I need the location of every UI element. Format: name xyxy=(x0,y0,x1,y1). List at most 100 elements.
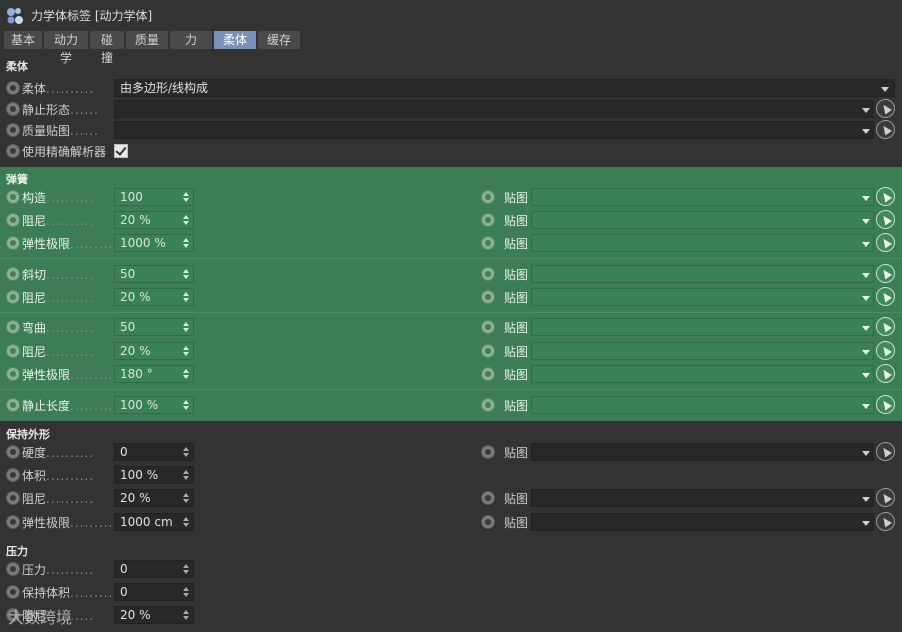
chevron-down-icon[interactable] xyxy=(860,398,872,414)
map-link-field[interactable] xyxy=(531,211,874,229)
picker-arrow-icon[interactable] xyxy=(876,442,895,461)
animate-radio[interactable] xyxy=(481,491,495,505)
rest-shape-link-field[interactable] xyxy=(114,100,874,118)
animate-radio[interactable] xyxy=(481,267,495,281)
chevron-down-icon[interactable] xyxy=(860,491,872,507)
animate-radio[interactable] xyxy=(481,515,495,529)
stiffness-input[interactable]: 0 xyxy=(114,443,194,461)
spinner-arrows-icon[interactable] xyxy=(181,491,191,505)
picker-arrow-icon[interactable] xyxy=(876,364,895,383)
picker-arrow-icon[interactable] xyxy=(876,233,895,252)
chevron-down-icon[interactable] xyxy=(860,515,872,531)
spinner-arrows-icon[interactable] xyxy=(181,190,191,204)
animate-radio[interactable] xyxy=(481,398,495,412)
shear-input[interactable]: 50 xyxy=(114,265,194,283)
shape-damping-input[interactable]: 20 % xyxy=(114,489,194,507)
animate-radio[interactable] xyxy=(6,344,20,358)
animate-radio[interactable] xyxy=(6,267,20,281)
animate-radio[interactable] xyxy=(481,213,495,227)
map-link-field[interactable] xyxy=(531,396,874,414)
map-link-field[interactable] xyxy=(531,443,874,461)
structural-input[interactable]: 100 xyxy=(114,188,194,206)
animate-radio[interactable] xyxy=(6,585,20,599)
rest-length-input[interactable]: 100 % xyxy=(114,396,194,414)
tab-mass[interactable]: 质量 xyxy=(126,31,168,49)
map-link-field[interactable] xyxy=(531,318,874,336)
animate-radio[interactable] xyxy=(481,445,495,459)
picker-arrow-icon[interactable] xyxy=(876,395,895,414)
tab-dynamics[interactable]: 动力学 xyxy=(44,31,88,65)
map-link-field[interactable] xyxy=(531,365,874,383)
spinner-arrows-icon[interactable] xyxy=(181,290,191,304)
map-link-field[interactable] xyxy=(531,265,874,283)
tab-collision[interactable]: 碰撞 xyxy=(90,31,124,65)
spinner-arrows-icon[interactable] xyxy=(181,344,191,358)
map-link-field[interactable] xyxy=(531,288,874,306)
chevron-down-icon[interactable] xyxy=(860,267,872,283)
animate-radio[interactable] xyxy=(6,468,20,482)
flexion-damping-input[interactable]: 20 % xyxy=(114,342,194,360)
animate-radio[interactable] xyxy=(6,562,20,576)
chevron-down-icon[interactable] xyxy=(860,213,872,229)
animate-radio[interactable] xyxy=(6,213,20,227)
spinner-arrows-icon[interactable] xyxy=(181,320,191,334)
chevron-down-icon[interactable] xyxy=(860,290,872,306)
chevron-down-icon[interactable] xyxy=(879,81,891,97)
chevron-down-icon[interactable] xyxy=(860,102,872,118)
spinner-arrows-icon[interactable] xyxy=(181,267,191,281)
picker-arrow-icon[interactable] xyxy=(876,512,895,531)
animate-radio[interactable] xyxy=(481,344,495,358)
spinner-arrows-icon[interactable] xyxy=(181,213,191,227)
tab-cache[interactable]: 缓存 xyxy=(258,31,300,49)
tab-force[interactable]: 力 xyxy=(170,31,212,49)
animate-radio[interactable] xyxy=(481,190,495,204)
chevron-down-icon[interactable] xyxy=(860,320,872,336)
animate-radio[interactable] xyxy=(6,515,20,529)
spinner-arrows-icon[interactable] xyxy=(181,585,191,599)
animate-radio[interactable] xyxy=(6,81,20,95)
spinner-arrows-icon[interactable] xyxy=(181,608,191,622)
spinner-arrows-icon[interactable] xyxy=(181,515,191,529)
animate-radio[interactable] xyxy=(6,102,20,116)
picker-arrow-icon[interactable] xyxy=(876,210,895,229)
tab-basic[interactable]: 基本 xyxy=(4,31,42,49)
chevron-down-icon[interactable] xyxy=(860,236,872,252)
chevron-down-icon[interactable] xyxy=(860,344,872,360)
spinner-arrows-icon[interactable] xyxy=(181,562,191,576)
map-link-field[interactable] xyxy=(531,188,874,206)
animate-radio[interactable] xyxy=(6,290,20,304)
picker-arrow-icon[interactable] xyxy=(876,287,895,306)
animate-radio[interactable] xyxy=(6,144,20,158)
spinner-arrows-icon[interactable] xyxy=(181,367,191,381)
volume-input[interactable]: 100 % xyxy=(114,466,194,484)
picker-arrow-icon[interactable] xyxy=(876,488,895,507)
mass-map-link-field[interactable] xyxy=(114,121,874,139)
spinner-arrows-icon[interactable] xyxy=(181,445,191,459)
softbody-select[interactable]: 由多边形/线构成 xyxy=(114,79,895,97)
spinner-arrows-icon[interactable] xyxy=(181,468,191,482)
chevron-down-icon[interactable] xyxy=(860,445,872,461)
animate-radio[interactable] xyxy=(6,445,20,459)
chevron-down-icon[interactable] xyxy=(860,190,872,206)
spinner-arrows-icon[interactable] xyxy=(181,236,191,250)
use-solver-checkbox[interactable] xyxy=(114,144,128,158)
picker-arrow-icon[interactable] xyxy=(876,187,895,206)
volume-conservation-input[interactable]: 0 xyxy=(114,583,194,601)
shear-damping-input[interactable]: 20 % xyxy=(114,288,194,306)
map-link-field[interactable] xyxy=(531,234,874,252)
structural-elastic-limit-input[interactable]: 1000 % xyxy=(114,234,194,252)
map-link-field[interactable] xyxy=(531,342,874,360)
map-link-field[interactable] xyxy=(531,489,874,507)
picker-arrow-icon[interactable] xyxy=(876,264,895,283)
animate-radio[interactable] xyxy=(481,236,495,250)
tab-softbody[interactable]: 柔体 xyxy=(214,31,256,49)
spinner-arrows-icon[interactable] xyxy=(181,398,191,412)
animate-radio[interactable] xyxy=(6,236,20,250)
animate-radio[interactable] xyxy=(481,320,495,334)
animate-radio[interactable] xyxy=(6,398,20,412)
picker-arrow-icon[interactable] xyxy=(876,120,895,139)
map-link-field[interactable] xyxy=(531,513,874,531)
animate-radio[interactable] xyxy=(481,290,495,304)
chevron-down-icon[interactable] xyxy=(860,123,872,139)
pressure-damping-input[interactable]: 20 % xyxy=(114,606,194,624)
